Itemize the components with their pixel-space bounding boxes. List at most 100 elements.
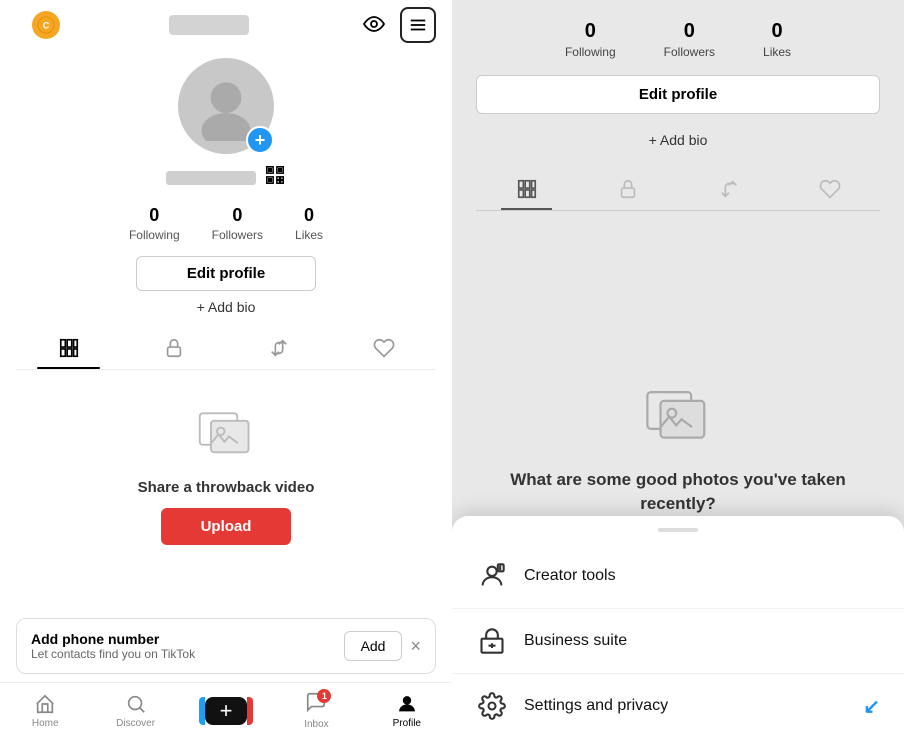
coin-symbol: C [37, 16, 55, 34]
right-stats-row: 0 Following 0 Followers 0 Likes [476, 12, 880, 59]
phone-notification: Add phone number Let contacts find you o… [16, 618, 436, 674]
tab-liked[interactable] [331, 327, 436, 369]
nav-discover-label: Discover [116, 718, 155, 729]
tab-repost[interactable] [226, 327, 331, 369]
followers-count: 0 [232, 205, 242, 226]
right-tab-liked[interactable] [779, 168, 880, 210]
bottom-nav: Home Discover + 1 Inbox [0, 682, 452, 738]
left-panel: C [0, 0, 452, 738]
nav-home-label: Home [32, 718, 59, 729]
nav-inbox-label: Inbox [304, 719, 328, 730]
photo-icon [196, 402, 256, 467]
home-icon [34, 693, 56, 715]
qr-code-button[interactable] [264, 164, 286, 191]
right-followers-stat[interactable]: 0 Followers [664, 20, 715, 59]
hamburger-icon [409, 16, 427, 34]
content-area: Share a throwback video Upload [0, 370, 452, 610]
right-lock-icon [617, 178, 639, 200]
grid-icon [58, 337, 80, 359]
right-tab-repost[interactable] [678, 168, 779, 210]
right-profile-area: 0 Following 0 Followers 0 Likes Edit pro… [452, 0, 904, 211]
likes-label: Likes [295, 228, 323, 242]
add-phone-button[interactable]: Add [344, 631, 403, 661]
notification-actions: Add × [344, 631, 421, 661]
menu-arrow: ↙ [863, 694, 880, 719]
content-title: Share a throwback video [138, 479, 315, 496]
notification-title: Add phone number [31, 631, 195, 647]
right-followers-label: Followers [664, 45, 715, 59]
nav-create[interactable]: + [181, 683, 271, 738]
lock-icon [163, 337, 185, 359]
tab-grid[interactable] [16, 327, 121, 369]
notification-subtitle: Let contacts find you on TikTok [31, 647, 195, 661]
stats-row: 0 Following 0 Followers 0 Likes [129, 205, 323, 242]
business-suite-icon [476, 625, 508, 657]
close-notification-button[interactable]: × [410, 636, 421, 657]
likes-count: 0 [304, 205, 314, 226]
username-row [166, 164, 286, 191]
following-stat[interactable]: 0 Following [129, 205, 180, 242]
nav-inbox[interactable]: 1 Inbox [271, 683, 361, 738]
profile-section: + 0 [0, 50, 452, 370]
slide-menu: Creator tools Business suite Setting [452, 516, 904, 738]
business-suite-label: Business suite [524, 632, 627, 650]
avatar-wrapper: + [178, 58, 274, 154]
upload-button[interactable]: Upload [161, 508, 292, 545]
right-following-stat[interactable]: 0 Following [565, 20, 616, 59]
right-tab-private[interactable] [577, 168, 678, 210]
right-edit-profile-button[interactable]: Edit profile [476, 75, 880, 114]
add-bio-button[interactable]: + Add bio [197, 299, 256, 315]
creator-tools-label: Creator tools [524, 567, 616, 585]
right-add-bio-button[interactable]: + Add bio [476, 124, 880, 156]
inbox-badge-wrapper: 1 [305, 691, 327, 716]
right-following-label: Following [565, 45, 616, 59]
header-right [358, 7, 436, 43]
svg-text:C: C [43, 21, 50, 31]
right-content-title: What are some good photos you've taken r… [476, 468, 880, 516]
qr-icon [264, 164, 286, 186]
edit-profile-button[interactable]: Edit profile [136, 256, 316, 291]
right-likes-label: Likes [763, 45, 791, 59]
following-label: Following [129, 228, 180, 242]
menu-handle [658, 528, 698, 532]
right-likes-count: 0 [771, 20, 782, 43]
right-likes-stat[interactable]: 0 Likes [763, 20, 791, 59]
right-followers-count: 0 [684, 20, 695, 43]
nav-discover[interactable]: Discover [90, 683, 180, 738]
menu-item-business-suite[interactable]: Business suite [452, 609, 904, 674]
heart-icon [373, 337, 395, 359]
right-repost-icon [718, 178, 740, 200]
followers-label: Followers [212, 228, 263, 242]
eye-icon [362, 12, 386, 36]
tab-private[interactable] [121, 327, 226, 369]
repost-icon [268, 337, 290, 359]
right-following-count: 0 [585, 20, 596, 43]
following-count: 0 [149, 205, 159, 226]
right-grid-icon [516, 178, 538, 200]
header-left: C [16, 11, 60, 39]
right-tab-grid[interactable] [476, 168, 577, 210]
right-photo-icon [643, 379, 713, 454]
header-center [169, 15, 249, 35]
right-panel: 0 Following 0 Followers 0 Likes Edit pro… [452, 0, 904, 738]
right-tabs-row [476, 168, 880, 211]
view-button[interactable] [358, 8, 390, 43]
menu-button[interactable] [400, 7, 436, 43]
nav-profile[interactable]: Profile [362, 683, 452, 738]
nav-home[interactable]: Home [0, 683, 90, 738]
notification-text: Add phone number Let contacts find you o… [31, 631, 195, 661]
menu-item-settings[interactable]: Settings and privacy ↙ [452, 674, 904, 738]
inbox-badge-count: 1 [317, 689, 331, 703]
settings-label: Settings and privacy [524, 697, 668, 715]
add-user-button[interactable] [16, 14, 24, 37]
menu-item-creator-tools[interactable]: Creator tools [452, 544, 904, 609]
add-avatar-button[interactable]: + [246, 126, 274, 154]
likes-stat[interactable]: 0 Likes [295, 205, 323, 242]
header: C [0, 0, 452, 50]
car-icon [169, 15, 249, 35]
discover-icon [125, 693, 147, 715]
create-button[interactable]: + [205, 697, 247, 725]
followers-stat[interactable]: 0 Followers [212, 205, 263, 242]
settings-icon [476, 690, 508, 722]
coin-icon[interactable]: C [32, 11, 60, 39]
